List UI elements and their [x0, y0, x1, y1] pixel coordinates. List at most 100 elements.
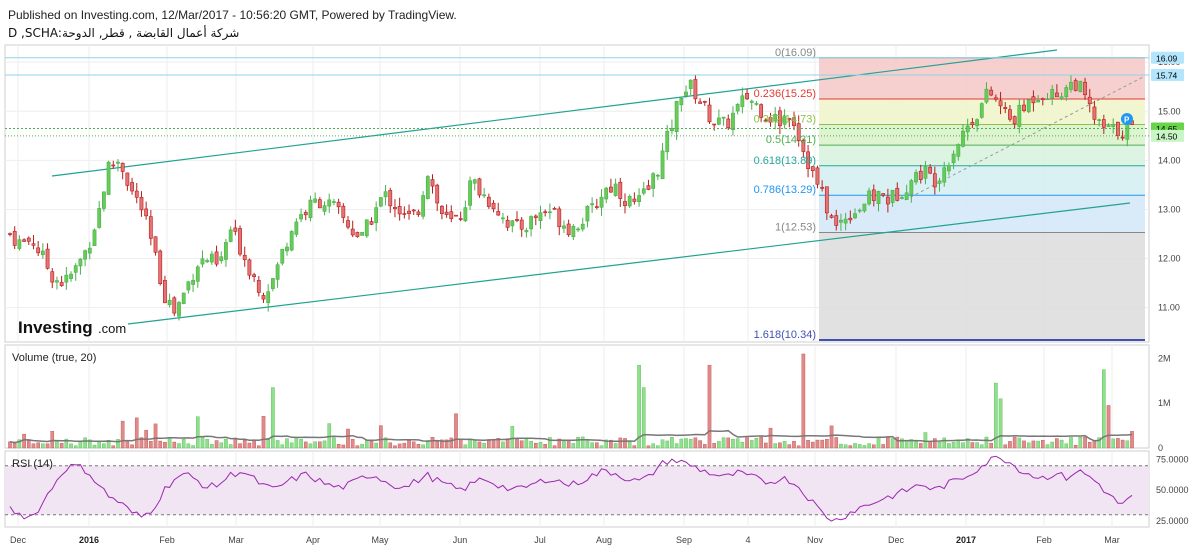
volume-bar [186, 443, 191, 449]
candle-body [632, 198, 637, 202]
volume-bar [749, 440, 754, 449]
volume-bar [31, 443, 36, 449]
candle-body [275, 264, 280, 280]
candle-body [195, 266, 200, 282]
volume-bar [961, 442, 965, 449]
candle-body [134, 190, 139, 198]
time-tick-label: Feb [159, 535, 175, 545]
volume-bar [979, 444, 984, 449]
candle-body [529, 216, 533, 230]
volume-bar [538, 441, 543, 449]
candle-body [923, 166, 928, 179]
candle-body [17, 239, 22, 249]
candle-body [407, 210, 411, 214]
volume-bar [543, 444, 547, 449]
p-marker-icon[interactable]: P [1121, 113, 1133, 125]
candle-body [900, 197, 904, 199]
volume-bar [595, 442, 599, 449]
volume-bar [1120, 439, 1125, 449]
price-badge-label: 15.74 [1156, 70, 1178, 80]
volume-bar [355, 445, 360, 449]
volume-bar [22, 433, 26, 449]
fib-level-label: 0.236(15.25) [754, 88, 816, 100]
candle-body [313, 198, 318, 203]
candle-body [172, 297, 177, 314]
candle-body [843, 218, 848, 224]
volume-bar [820, 439, 824, 449]
volume-bar [1069, 437, 1073, 449]
volume-bar [271, 387, 275, 449]
volume-bar [454, 413, 458, 449]
volume-bar [407, 440, 411, 449]
volume-bar [726, 437, 731, 449]
candle-body [364, 219, 369, 237]
volume-bar [468, 439, 472, 449]
candle-body [1017, 104, 1022, 127]
volume-bar [764, 442, 768, 449]
volume-bar [200, 437, 205, 449]
volume-bar [482, 442, 486, 449]
volume-bar [97, 441, 101, 449]
candle-body [299, 214, 303, 220]
candle-body [735, 104, 740, 112]
volume-bar [660, 439, 665, 449]
volume-bar [552, 445, 557, 449]
candle-body [303, 212, 308, 216]
volume-bar [810, 441, 815, 449]
candle-body [1073, 80, 1078, 91]
candle-body [881, 193, 886, 196]
volume-bar [1111, 438, 1116, 449]
fib-level-label: 1.618(10.34) [754, 329, 816, 341]
time-tick-label: Jul [534, 535, 546, 545]
volume-bar [341, 444, 346, 449]
candle-body [73, 265, 78, 273]
volume-bar [172, 441, 177, 449]
candle-body [839, 219, 843, 223]
volume-bar [914, 441, 918, 449]
candle-body [702, 101, 707, 103]
candle-body [937, 180, 942, 184]
candle-body [993, 97, 998, 100]
time-tick-label: Feb [1036, 535, 1052, 545]
candle-body [693, 79, 698, 100]
fib-zone [819, 57, 1145, 99]
volume-bar [702, 444, 707, 449]
candle-body [472, 179, 477, 184]
candle-body [674, 100, 679, 133]
volume-bar [510, 425, 515, 449]
volume-bar [712, 443, 716, 449]
candle-body [1012, 116, 1017, 125]
candle-body [285, 246, 289, 252]
time-tick-label: Nov [807, 535, 824, 545]
volume-bar [576, 436, 580, 449]
volume-bar [501, 441, 505, 449]
time-axis[interactable]: Dec 2016 Feb Mar Apr May Jun Jul Aug Sep 4 Nov Dec 20… [10, 535, 1120, 545]
volume-bar [792, 440, 796, 449]
candle-body [1097, 119, 1102, 121]
chart-canvas[interactable]: 0(16.09)0.236(15.25)0.382(14.73)0.5(14.3… [0, 0, 1200, 549]
volume-bar [515, 438, 519, 449]
candle-body [486, 196, 491, 207]
candle-body [580, 223, 585, 230]
fib-level-label: 0(16.09) [775, 47, 816, 59]
candle-body [660, 150, 665, 180]
candle-body [1120, 136, 1125, 139]
time-tick-label: 2017 [956, 535, 976, 545]
candle-body [651, 173, 656, 189]
volume-bar [1003, 444, 1008, 449]
candle-body [1125, 123, 1130, 140]
volume-bar [477, 441, 482, 449]
volume-bar [1087, 442, 1092, 449]
candle-body [97, 208, 102, 228]
time-tick-label: 2016 [79, 535, 99, 545]
candle-body [355, 232, 360, 237]
price-axis[interactable]: 16.0015.0014.0013.0012.0011.0016.0915.74… [1151, 51, 1189, 526]
rsi-series [5, 455, 1149, 522]
rsi-band [5, 465, 1149, 515]
candle-body [604, 187, 609, 200]
volume-bar [951, 441, 956, 449]
candle-body [491, 202, 496, 210]
volume-bar [120, 420, 125, 449]
volume-bar [364, 440, 369, 449]
rsi-pane-label: RSI (14) [12, 458, 53, 470]
